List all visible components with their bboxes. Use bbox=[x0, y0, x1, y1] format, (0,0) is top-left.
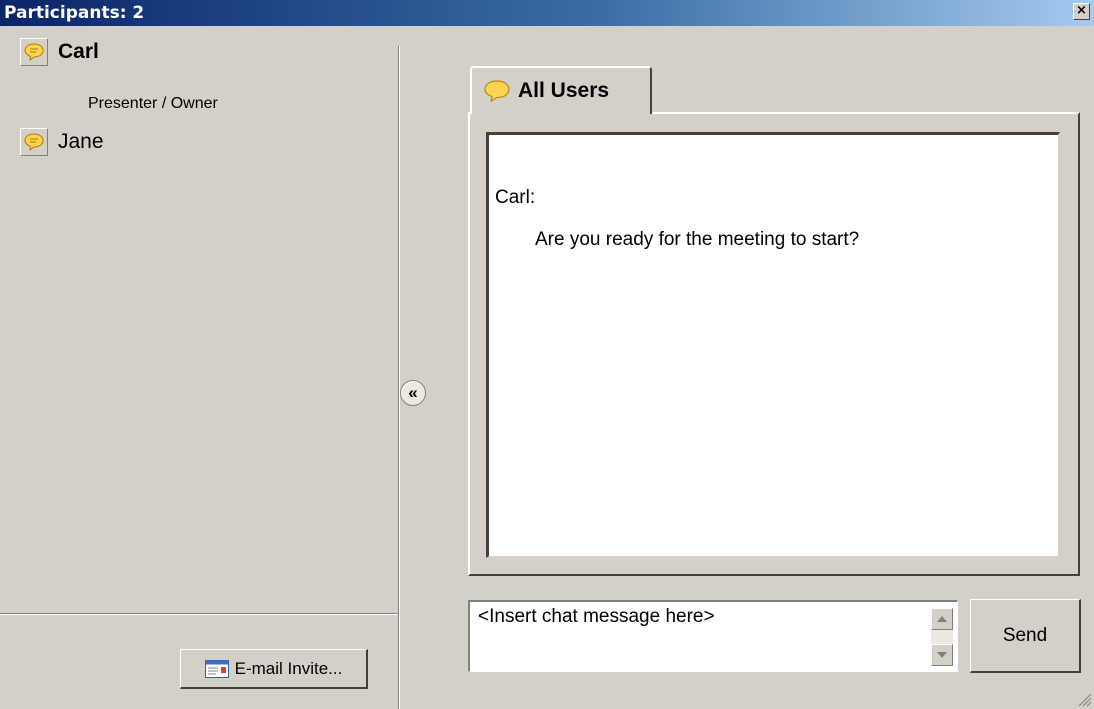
chat-bubble-icon bbox=[484, 80, 510, 102]
email-invite-button[interactable]: E-mail Invite... bbox=[180, 649, 368, 689]
send-label: Send bbox=[1002, 624, 1048, 646]
tab-label: All Users bbox=[518, 79, 610, 102]
participant-name: Jane bbox=[58, 130, 104, 153]
footer-divider-highlight bbox=[0, 614, 398, 615]
participants-panel: Carl Presenter / Owner Jane bbox=[0, 26, 398, 709]
email-invite-label: E-mail Invite... bbox=[234, 658, 343, 678]
panel-divider-highlight bbox=[399, 46, 400, 709]
email-icon bbox=[204, 659, 229, 678]
tab-all-users[interactable]: All Users bbox=[470, 66, 652, 114]
resize-grip-icon[interactable] bbox=[1076, 691, 1092, 707]
participant-item[interactable]: Jane bbox=[20, 128, 104, 156]
input-scrollbar[interactable] bbox=[931, 608, 953, 666]
title-bar: Participants: 2 × bbox=[0, 0, 1094, 26]
scroll-down-button[interactable] bbox=[931, 644, 953, 666]
chat-bubble-icon[interactable] bbox=[20, 38, 48, 66]
close-button[interactable]: × bbox=[1073, 3, 1090, 20]
participant-name: Carl bbox=[58, 40, 99, 63]
message-sender: Carl: bbox=[495, 187, 536, 208]
participant-item[interactable]: Carl bbox=[20, 38, 99, 66]
collapse-panel-button[interactable]: « bbox=[400, 380, 426, 406]
chat-log[interactable]: Carl: Are you ready for the meeting to s… bbox=[486, 132, 1060, 558]
chat-bubble-icon[interactable] bbox=[20, 128, 48, 156]
participant-role: Presenter / Owner bbox=[88, 95, 218, 112]
arrow-up-icon bbox=[937, 616, 947, 622]
window-title: Participants: 2 bbox=[4, 3, 145, 23]
chat-input-container bbox=[468, 600, 958, 672]
scroll-up-button[interactable] bbox=[931, 608, 953, 630]
chat-message-input[interactable] bbox=[470, 602, 916, 671]
arrow-down-icon bbox=[937, 652, 947, 658]
send-button[interactable]: Send bbox=[970, 599, 1081, 673]
message-text: Are you ready for the meeting to start? bbox=[535, 229, 860, 250]
close-icon: × bbox=[1076, 3, 1087, 18]
double-chevron-left-icon: « bbox=[408, 383, 418, 402]
